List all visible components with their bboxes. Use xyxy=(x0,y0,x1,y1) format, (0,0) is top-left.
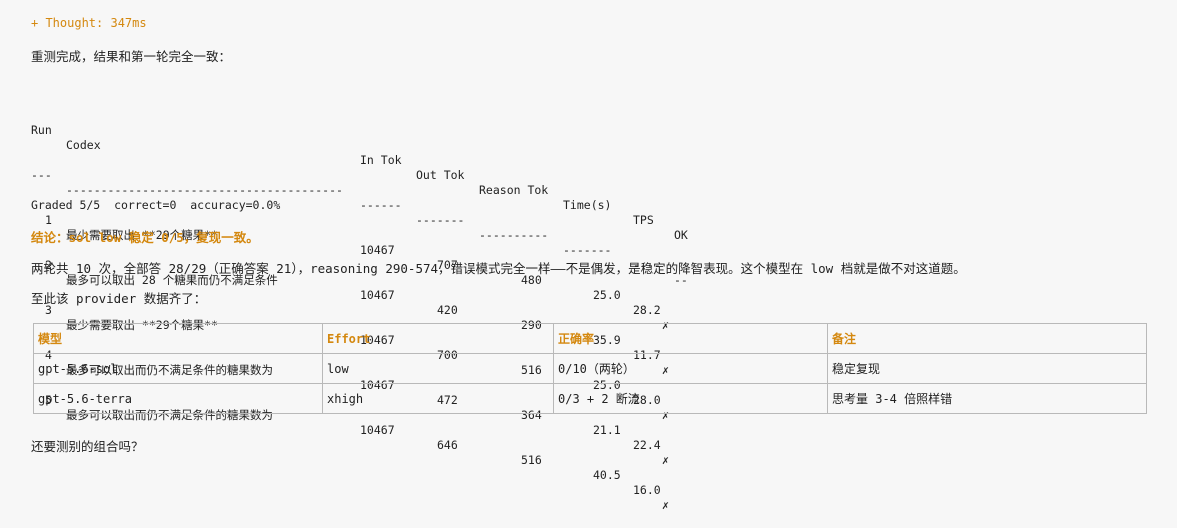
summary-cell-notes: 思考量 3-4 倍照样错 xyxy=(827,383,1147,414)
cell-run: 1 xyxy=(45,213,52,227)
cell-reason-tok: 516 xyxy=(521,453,542,467)
cell-in-tok: 10467 xyxy=(360,423,395,437)
summary-cell-accuracy: 0/10（两轮） xyxy=(553,353,828,384)
results-separator-row: --- ------------------------------------… xyxy=(31,153,688,287)
separator-run: --- xyxy=(31,168,52,182)
header-tps: TPS xyxy=(633,213,654,227)
cell-time: 40.5 xyxy=(593,468,621,482)
thought-toggle[interactable]: + Thought: 347ms xyxy=(31,16,147,30)
cell-out-tok: 420 xyxy=(437,303,458,317)
summary-header-notes: 备注 xyxy=(827,323,1147,354)
results-header-row: Run Codex In Tok Out Tok Reason Tok Time… xyxy=(31,108,688,242)
header-reason-tok: Reason Tok xyxy=(479,183,549,197)
summary-table: 模型 Effort 正确率 备注 gpt-5.6-sol low 0/10（两轮… xyxy=(33,323,1147,414)
summary-cell-model: gpt-5.6-terra xyxy=(33,383,323,414)
cell-tps: 22.4 xyxy=(633,438,661,452)
summary-header-model: 模型 xyxy=(33,323,323,354)
table-row: gpt-5.6-terra xhigh 0/3 + 2 断流 思考量 3-4 倍… xyxy=(33,383,1147,414)
table-row: gpt-5.6-sol low 0/10（两轮） 稳定复现 xyxy=(33,353,1147,384)
cell-time: 21.1 xyxy=(593,423,621,437)
summary-cell-model: gpt-5.6-sol xyxy=(33,353,323,384)
summary-cell-accuracy: 0/3 + 2 断流 xyxy=(553,383,828,414)
intro-text: 重测完成，结果和第一轮完全一致： xyxy=(31,49,232,64)
summary-cell-effort: xhigh xyxy=(322,383,554,414)
cell-in-tok: 10467 xyxy=(360,243,395,257)
separator-time: ------- xyxy=(563,243,612,257)
analysis-text: 两轮共 10 次，全部答 28/29（正确答案 21），reasoning 29… xyxy=(31,261,966,276)
header-out-tok: Out Tok xyxy=(416,168,465,182)
separator-in-tok: ------ xyxy=(360,198,402,212)
graded-summary: Graded 5/5 correct=0 accuracy=0.0% xyxy=(31,198,281,212)
header-time: Time(s) xyxy=(563,198,612,212)
summary-header-accuracy: 正确率 xyxy=(553,323,828,354)
conclusion-heading: 结论：sol low 稳定 0/5，复现一致。 xyxy=(31,230,259,245)
cell-ok: ✗ xyxy=(662,453,669,467)
cell-out-tok: 646 xyxy=(437,438,458,452)
separator-reason-tok: ---------- xyxy=(479,228,549,242)
summary-cell-effort: low xyxy=(322,353,554,384)
header-run: Run xyxy=(31,123,52,137)
cell-tps: 16.0 xyxy=(633,483,661,497)
separator-out-tok: ------- xyxy=(416,213,465,227)
separator-codex: ---------------------------------------- xyxy=(66,183,343,197)
cell-tps: 28.2 xyxy=(633,303,661,317)
summary-cell-notes: 稳定复现 xyxy=(827,353,1147,384)
cell-in-tok: 10467 xyxy=(360,288,395,302)
header-ok: OK xyxy=(674,228,688,242)
closing-question: 还要测别的组合吗？ xyxy=(31,439,144,454)
cell-time: 25.0 xyxy=(593,288,621,302)
header-in-tok: In Tok xyxy=(360,153,402,167)
summary-header-effort: Effort xyxy=(322,323,554,354)
provider-intro-text: 至此该 provider 数据齐了： xyxy=(31,291,207,306)
header-codex: Codex xyxy=(66,138,101,152)
cell-ok: ✗ xyxy=(662,498,669,512)
summary-header-row: 模型 Effort 正确率 备注 xyxy=(33,323,1147,354)
